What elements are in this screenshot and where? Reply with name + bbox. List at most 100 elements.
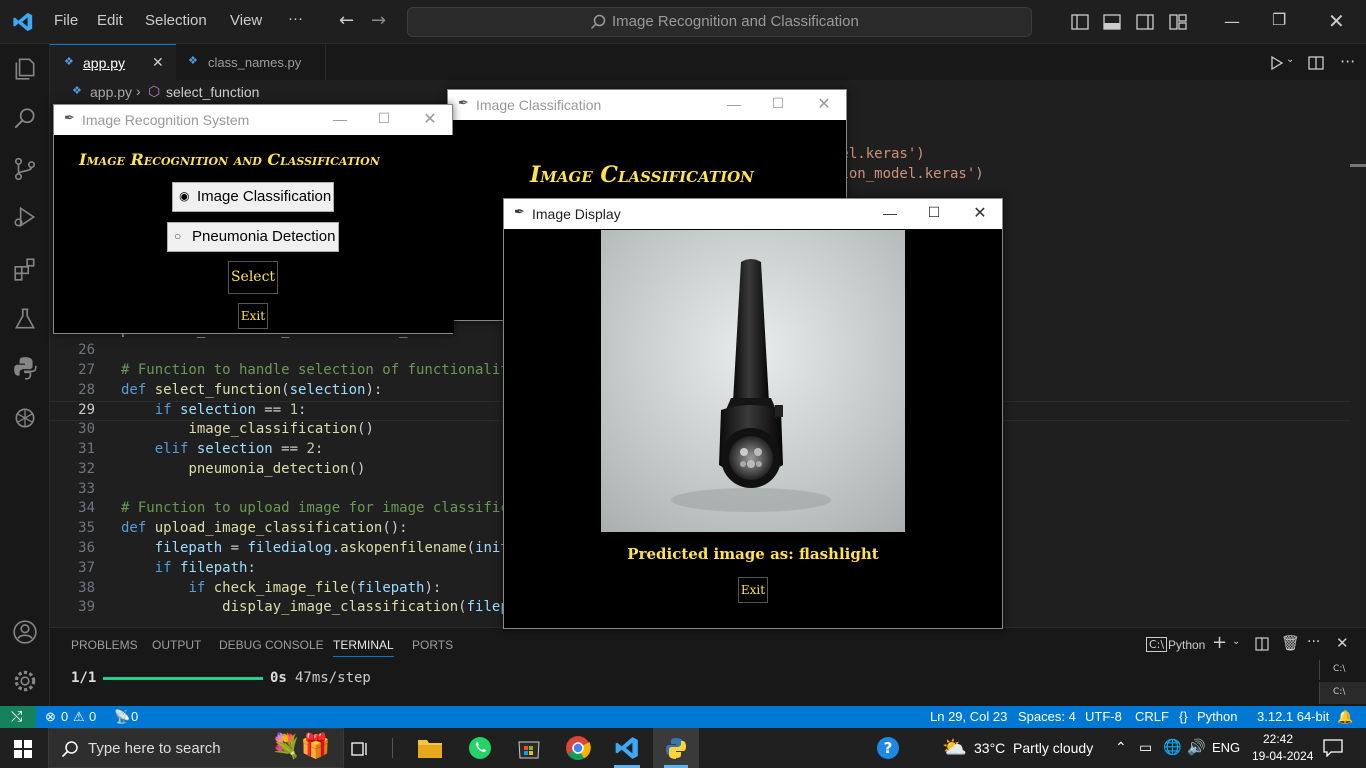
testing-icon[interactable] (12, 306, 38, 332)
panel-tab-output[interactable]: OUTPUT (152, 638, 201, 652)
accounts-icon[interactable] (12, 619, 38, 645)
maximize-icon[interactable]: ☐ (361, 110, 407, 127)
clock-time[interactable]: 22:42 (1263, 732, 1293, 746)
window-titlebar[interactable]: ✒ Image Classification — ☐ ✕ (448, 90, 846, 120)
tab-close-icon[interactable]: ✕ (152, 54, 164, 71)
panel-more-icon[interactable]: ··· (1307, 634, 1320, 650)
close-icon[interactable]: ✕ (957, 203, 1003, 223)
toggle-secondary-sidebar-icon[interactable] (1136, 13, 1154, 31)
python-interpreter[interactable]: 3.12.1 64-bit (1257, 709, 1329, 724)
python-icon[interactable] (12, 355, 38, 381)
ports-count[interactable]: 0 (131, 709, 138, 724)
settings-gear-icon[interactable] (12, 668, 38, 694)
network-globe-icon[interactable]: 🌐 (1163, 738, 1182, 756)
minimize-icon[interactable]: — (317, 111, 363, 127)
close-icon[interactable]: ✕ (801, 94, 847, 114)
cursor-position[interactable]: Ln 29, Col 23 (930, 709, 1007, 724)
vscode-taskbar-icon[interactable] (614, 735, 640, 761)
encoding[interactable]: UTF-8 (1085, 709, 1122, 724)
terminal-instance-icon[interactable]: C:\ (1319, 682, 1366, 704)
windows-start-icon[interactable] (14, 740, 32, 758)
customize-layout-icon[interactable] (1169, 13, 1187, 31)
menu-selection[interactable]: Selection (145, 12, 207, 29)
file-explorer-icon[interactable] (417, 736, 443, 760)
panel-tab-problems[interactable]: PROBLEMS (71, 638, 138, 652)
maximize-icon[interactable]: ☐ (911, 204, 957, 221)
breadcrumb-file[interactable]: app.py (90, 84, 132, 100)
panel-tab-debug-console[interactable]: DEBUG CONSOLE (219, 638, 324, 652)
tk-feather-icon: ✒ (458, 95, 469, 110)
panel-tab-ports[interactable]: PORTS (412, 638, 453, 652)
back-arrow-icon[interactable]: ← (339, 10, 354, 31)
source-control-icon[interactable] (12, 156, 38, 182)
chrome-icon[interactable] (565, 735, 591, 761)
clock-date[interactable]: 19-04-2024 (1252, 749, 1313, 763)
menu-file[interactable]: File (54, 12, 78, 29)
whatsapp-icon[interactable] (467, 735, 493, 761)
notification-center-icon[interactable] (1323, 739, 1343, 757)
run-debug-icon[interactable] (12, 204, 38, 230)
select-button[interactable]: Select (228, 261, 278, 294)
weather-text[interactable]: 33°C Partly cloudy (974, 740, 1093, 756)
remote-indicator[interactable]: ⤭ (0, 706, 36, 728)
breadcrumb-symbol[interactable]: select_function (166, 84, 259, 100)
weather-icon[interactable]: ⛅ (942, 735, 967, 760)
battery-icon[interactable]: ▭ (1139, 739, 1152, 756)
tab-app-py[interactable]: ❖ app.py ✕ (50, 44, 176, 80)
exit-button[interactable]: Exit (738, 577, 768, 603)
extensions-icon[interactable] (12, 256, 38, 282)
menu-more[interactable]: ··· (288, 10, 303, 27)
line-ending[interactable]: CRLF (1135, 709, 1169, 724)
minimize-icon[interactable]: — (711, 96, 757, 112)
toggle-sidebar-icon[interactable] (1071, 13, 1089, 31)
chatgpt-icon[interactable] (12, 405, 38, 431)
microsoft-store-icon[interactable] (516, 735, 542, 761)
image-recognition-window[interactable]: ✒ Image Recognition System — ☐ ✕ Image R… (53, 104, 454, 334)
task-view-icon[interactable] (351, 740, 369, 758)
terminal-kind[interactable]: Python (1168, 638, 1205, 652)
close-icon[interactable]: ✕ (407, 109, 453, 129)
image-display-window[interactable]: ✒ Image Display — ☐ ✕ Predicted image as… (503, 198, 1003, 629)
help-icon[interactable]: ? (876, 736, 900, 760)
exit-button[interactable]: Exit (238, 303, 268, 329)
panel-tab-terminal[interactable]: TERMINAL (333, 638, 394, 657)
error-count[interactable]: 0 (61, 709, 68, 724)
forward-arrow-icon[interactable]: → (371, 10, 386, 31)
new-terminal-icon[interactable]: + (1212, 632, 1227, 653)
minimize-icon[interactable]: — (867, 205, 913, 221)
notifications-bell-icon[interactable]: 🔔 (1337, 709, 1353, 725)
terminal-instance-icon[interactable]: C:\ (1319, 660, 1366, 680)
run-file-icon[interactable] (1268, 55, 1284, 71)
radio-image-classification[interactable]: ◉ Image Classification (172, 182, 334, 212)
search-sidebar-icon[interactable] (12, 106, 38, 132)
maximize-icon[interactable]: ☐ (755, 95, 801, 112)
input-language[interactable]: ENG (1212, 740, 1240, 755)
python-taskbar-button[interactable] (653, 728, 699, 768)
tray-expand-icon[interactable]: ⌃ (1115, 739, 1127, 756)
menu-edit[interactable]: Edit (97, 12, 123, 29)
taskbar-search-box[interactable]: Type here to search 💐🎁 (48, 728, 344, 768)
window-titlebar[interactable]: ✒ Image Display — ☐ ✕ (504, 199, 1002, 229)
tab-class-names-py[interactable]: ❖ class_names.py (176, 44, 326, 80)
command-center-search[interactable]: Image Recognition and Classification (407, 7, 1032, 37)
close-panel-icon[interactable]: ✕ (1336, 634, 1349, 652)
minimize-icon[interactable]: — (1224, 12, 1240, 31)
split-editor-icon[interactable] (1308, 55, 1324, 71)
more-actions-icon[interactable]: ··· (1340, 52, 1355, 71)
volume-icon[interactable]: 🔊 (1187, 738, 1206, 756)
split-terminal-icon[interactable] (1255, 637, 1269, 651)
language-mode[interactable]: Python (1197, 709, 1237, 724)
close-window-icon[interactable]: ✕ (1328, 9, 1345, 33)
indentation[interactable]: Spaces: 4 (1018, 709, 1076, 724)
toggle-panel-icon[interactable] (1103, 13, 1121, 31)
warning-count[interactable]: 0 (89, 709, 96, 724)
radio-pneumonia-detection[interactable]: ○ Pneumonia Detection (167, 222, 339, 252)
explorer-icon[interactable] (12, 56, 38, 82)
run-dropdown-chevron-icon[interactable]: ⌄ (1286, 54, 1294, 65)
window-titlebar[interactable]: ✒ Image Recognition System — ☐ ✕ (54, 105, 452, 135)
menu-view[interactable]: View (230, 12, 262, 29)
line-code: display_image_classification(filepat (222, 599, 526, 616)
terminal-dropdown-icon[interactable]: ⌄ (1232, 636, 1240, 647)
restore-icon[interactable]: ❐ (1272, 10, 1286, 29)
trash-icon[interactable]: 🗑 (1281, 634, 1300, 652)
